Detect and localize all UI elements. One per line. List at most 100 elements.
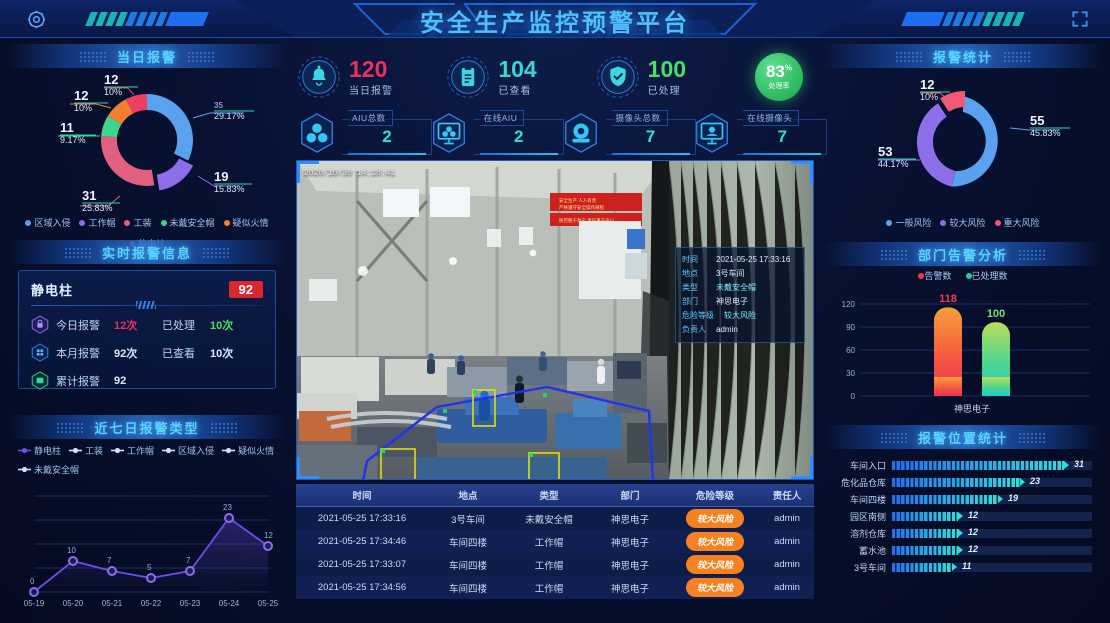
device-camera-total[interactable]: 摄像头总数 7 bbox=[560, 110, 696, 156]
stat-handle-rate[interactable]: 83% 处理率 bbox=[744, 46, 814, 108]
legend-label: 区域入侵 bbox=[34, 218, 71, 228]
svg-text:7: 7 bbox=[107, 556, 112, 565]
stat-daily-alarm[interactable]: 120 当日报警 bbox=[296, 46, 445, 108]
device-camera-online[interactable]: 在线摄像头 7 bbox=[691, 110, 828, 156]
legend-item: 疑似火情 bbox=[223, 216, 269, 229]
stat-summary-row: 120 当日报警 104 已查看 100 已处理 83% 处理率 bbox=[296, 46, 814, 108]
location-value: 11 bbox=[962, 561, 972, 571]
stat-viewed[interactable]: 104 已查看 bbox=[445, 46, 594, 108]
legend-label: 未戴安全帽 bbox=[169, 218, 215, 228]
location-value: 19 bbox=[1007, 493, 1018, 503]
panel-title-text: 报警位置统计 bbox=[917, 430, 1008, 446]
panel-title-location-stats: 报警位置统计 bbox=[824, 425, 1102, 449]
legend-item: 未戴安全帽 bbox=[160, 216, 215, 229]
status-badge: 较大风险 bbox=[685, 532, 744, 551]
svg-text:12: 12 bbox=[74, 88, 88, 103]
svg-text:12: 12 bbox=[264, 531, 273, 540]
realtime-alarm-card: 静电柱 92 今日报警 12次 已处理 10次 本月报警 92次 已查看 10次… bbox=[18, 270, 276, 390]
legend-item: 工装 bbox=[124, 216, 152, 229]
legend-item: 告警数 bbox=[918, 269, 952, 282]
fullscreen-expand-icon[interactable] bbox=[1070, 9, 1090, 29]
dots-decoration bbox=[894, 50, 923, 62]
location-value: 12 bbox=[968, 527, 979, 537]
dots-decoration bbox=[879, 431, 908, 443]
legend-label: 工装 bbox=[85, 446, 104, 456]
table-row[interactable]: 2021-05-25 17:33:07 车间四楼 工作帽 神思电子 较大风险 a… bbox=[296, 553, 814, 576]
legend-item: 已处理数 bbox=[965, 269, 1008, 282]
cell-risk: 较大风险 bbox=[670, 532, 760, 551]
svg-text:15.83%: 15.83% bbox=[214, 184, 245, 194]
device-label: 在线AIU bbox=[479, 110, 525, 126]
live-video-feed[interactable]: 安全生产 人人有责 严格遵守安全操作规程 防范胜于救灾 责任重于泰山 2020/… bbox=[296, 160, 814, 480]
panel-title-text: 当日报警 bbox=[116, 49, 177, 65]
svg-text:神思电子: 神思电子 bbox=[954, 403, 990, 414]
cell-dept: 神思电子 bbox=[610, 537, 649, 549]
realtime-label: 累计报警 bbox=[56, 375, 100, 388]
video-corner-tr bbox=[791, 161, 813, 183]
overlay-key: 危险等级 bbox=[682, 311, 714, 320]
cell-type: 工作帽 bbox=[534, 560, 564, 572]
cell-place: 车间四楼 bbox=[448, 537, 487, 549]
table-row[interactable]: 2021-05-25 17:34:46 车间四楼 工作帽 神思电子 较大风险 a… bbox=[296, 530, 814, 553]
legend-label: 已处理数 bbox=[971, 271, 1008, 281]
svg-text:05-20: 05-20 bbox=[63, 599, 84, 608]
svg-text:7: 7 bbox=[186, 556, 191, 565]
dots-decoration bbox=[187, 50, 215, 62]
overlay-row-owner: 负责人 admin bbox=[682, 323, 798, 337]
svg-text:29.17%: 29.17% bbox=[214, 111, 245, 121]
legend-label: 疑似火情 bbox=[238, 446, 275, 456]
legend-item: 较大风险 bbox=[940, 216, 986, 229]
svg-text:05-23: 05-23 bbox=[180, 599, 201, 608]
location-value: 23 bbox=[1030, 476, 1041, 486]
device-label: 在线摄像头 bbox=[743, 110, 800, 126]
location-row: 蓄水池 12 bbox=[834, 542, 1092, 559]
status-badge: 较大风险 bbox=[685, 555, 744, 574]
overlay-key: 类型 bbox=[682, 283, 698, 292]
stat-label: 已查看 bbox=[498, 85, 532, 97]
panel-location-stats: 报警位置统计 车间入口 31 危化品仓库 23 车间四楼 19 园区南侧 12 … bbox=[824, 425, 1102, 576]
location-row: 车间入口 31 bbox=[834, 457, 1092, 474]
svg-text:100: 100 bbox=[987, 308, 1005, 320]
cell-risk: 较大风险 bbox=[670, 578, 760, 597]
cell-owner: admin bbox=[774, 559, 800, 570]
legend-label: 工装 bbox=[133, 218, 152, 228]
device-counter-row: AIU总数 2 在线AIU 2 摄像头总数 7 在线摄像头 7 bbox=[296, 110, 828, 156]
alarm-stats-donut-chart: 55 45.83% 53 44.17% 12 10% bbox=[824, 68, 1102, 216]
overlay-row-type: 类型 未戴安全帽 bbox=[682, 281, 798, 295]
cell-place: 车间四楼 bbox=[448, 583, 487, 595]
aiu-cluster-icon bbox=[296, 112, 338, 154]
shield-check-icon bbox=[595, 54, 641, 100]
location-label: 危化品仓库 bbox=[840, 478, 886, 488]
divider bbox=[31, 301, 263, 309]
video-alarm-overlay: 时间 2021-05-25 17:33:16 地点 3号车间 类型 未戴安全帽 部门 神… bbox=[675, 247, 805, 343]
table-row[interactable]: 2021-05-25 17:33:16 3号车间 未戴安全帽 神思电子 较大风险… bbox=[296, 507, 814, 530]
dots-decoration bbox=[1003, 50, 1031, 62]
overlay-row-time: 时间 2021-05-25 17:33:16 bbox=[682, 253, 798, 267]
video-corner-bl bbox=[297, 457, 319, 479]
panel-title-text: 近七日报警类型 bbox=[94, 420, 200, 436]
realtime-value-2: 10次 bbox=[210, 319, 234, 332]
svg-text:12: 12 bbox=[920, 77, 934, 92]
svg-text:05-24: 05-24 bbox=[219, 599, 240, 608]
realtime-label: 今日报警 bbox=[56, 319, 100, 332]
table-row[interactable]: 2021-05-25 17:34:56 车间四楼 工作帽 神思电子 较大风险 a… bbox=[296, 576, 814, 599]
location-track: 31 bbox=[892, 459, 1092, 470]
status-badge: 较大风险 bbox=[685, 578, 744, 597]
device-aiu-online[interactable]: 在线AIU 2 bbox=[428, 110, 564, 156]
location-row: 溶剂仓库 12 bbox=[834, 525, 1092, 542]
svg-text:23: 23 bbox=[223, 503, 232, 512]
device-aiu-total[interactable]: AIU总数 2 bbox=[296, 110, 432, 156]
stat-value: 120 bbox=[349, 56, 388, 83]
device-value: 2 bbox=[382, 127, 392, 146]
panel-daily-alarm: 当日报警 35 29.17% 19 15.83% 31 25.83% 11 9.… bbox=[8, 44, 286, 250]
svg-text:9.17%: 9.17% bbox=[60, 135, 86, 145]
stat-handled[interactable]: 100 已处理 bbox=[595, 46, 744, 108]
svg-text:安全生产 人人有责: 安全生产 人人有责 bbox=[559, 197, 597, 204]
legend-label: 区域入侵 bbox=[178, 446, 215, 456]
today-alarm-icon bbox=[31, 315, 49, 334]
cell-dept: 神思电子 bbox=[610, 514, 649, 526]
dots-decoration bbox=[78, 50, 107, 62]
legend-label: 疑似火情 bbox=[232, 218, 269, 228]
dots-decoration bbox=[1018, 431, 1046, 443]
overlay-value: 未戴安全帽 bbox=[716, 283, 756, 292]
